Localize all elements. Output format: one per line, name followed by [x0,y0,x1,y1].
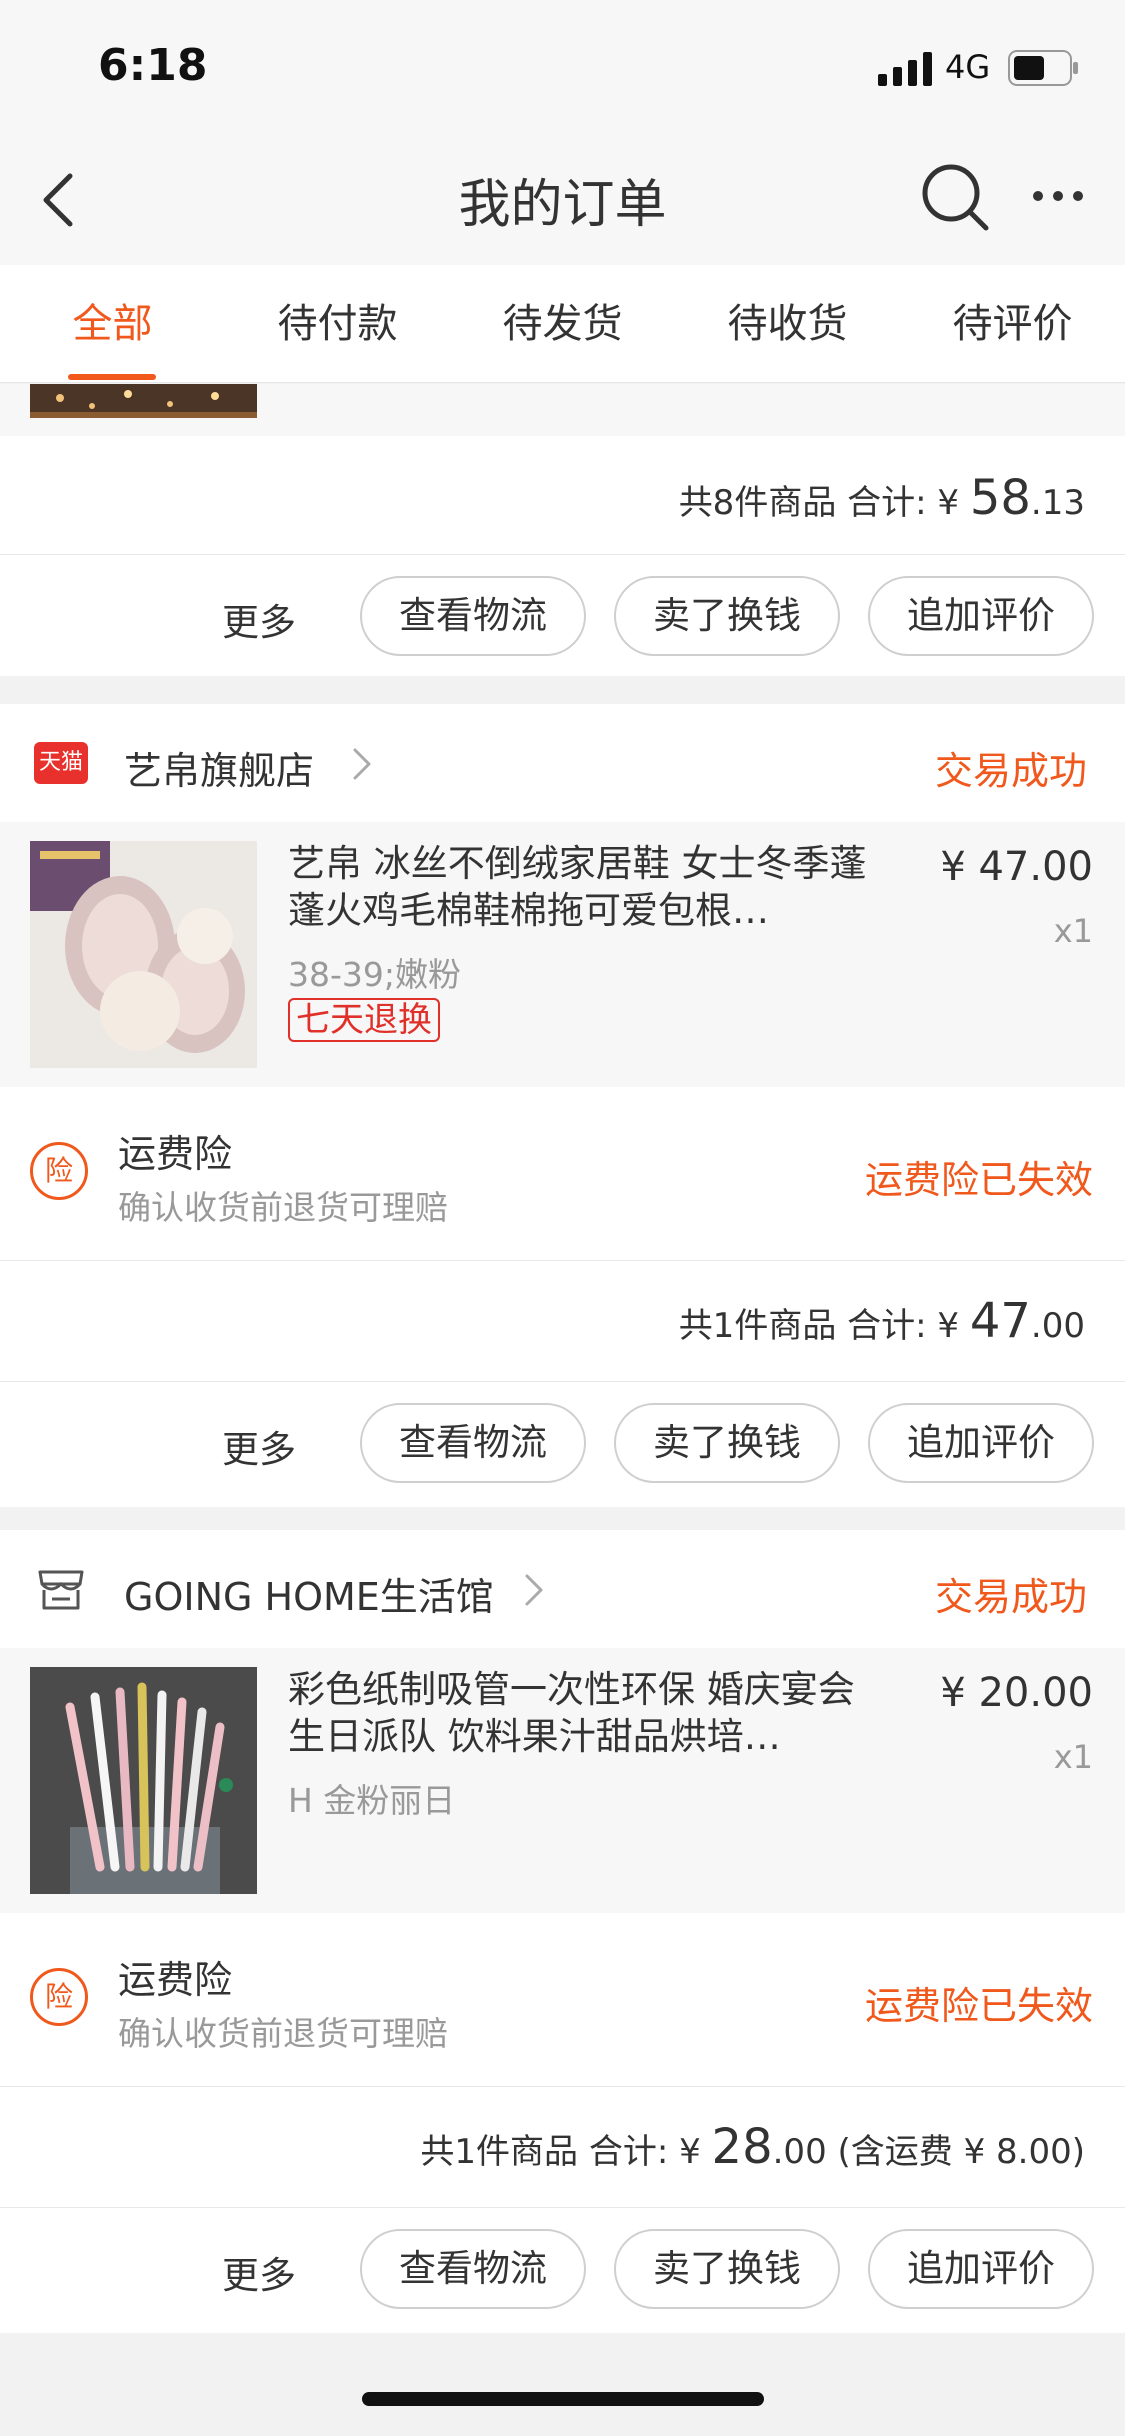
order2-more-button[interactable]: 更多 [222,1419,296,1473]
store-icon [38,1570,84,1610]
order3-total: 共1件商品 合计: ¥ 28.00 (含运费 ¥ 8.00) [420,2119,1085,2175]
order2-product-qty: x1 [1053,912,1093,950]
order3-footer: 险 运费险 确认收货前退货可理赔 运费险已失效 共1件商品 合计: ¥ 28.0… [0,1913,1125,2333]
order3-product-price: ¥ 20.00 [940,1670,1093,1716]
order3-insurance-title: 运费险 [118,1958,233,2002]
order2-product-thumbnail [30,841,257,1068]
order2-product-price: ¥ 47.00 [940,844,1093,890]
tab-pending-shipment[interactable]: 待发货 [450,265,675,383]
order3-logistics-button[interactable]: 查看物流 [360,2229,586,2309]
network-label: 4G [945,48,991,86]
order2-product-spec: 38-39;嫩粉 [288,955,462,994]
more-options-icon[interactable] [1030,188,1086,204]
order3-review-button[interactable]: 追加评价 [868,2229,1094,2309]
insurance-icon: 险 [30,1142,88,1200]
insurance-icon: 险 [30,1968,88,2026]
tab-pending-payment[interactable]: 待付款 [225,265,450,383]
order3-shop-name[interactable]: GOING HOME生活馆 [124,1566,494,1621]
order2-review-button[interactable]: 追加评价 [868,1403,1094,1483]
signal-icon [878,52,932,86]
order3-product-row[interactable]: 彩色纸制吸管一次性环保 婚庆宴会生日派队 饮料果汁甜品烘培… H 金粉丽日 ¥ … [0,1648,1125,1913]
order1-total: 共8件商品 合计: ¥ 58.13 [678,470,1085,526]
navigation-bar: 我的订单 [0,130,1125,265]
chevron-right-icon [525,1574,543,1606]
order3-insurance-status: 运费险已失效 [864,1984,1093,2028]
order2-product-title[interactable]: 艺帛 冰丝不倒绒家居鞋 女士冬季蓬蓬火鸡毛棉鞋棉拖可爱包根… [288,840,878,934]
order2-status: 交易成功 [934,749,1087,793]
order2-shop-header[interactable]: 天猫 艺帛旗舰店 交易成功 [0,704,1125,822]
status-time: 6:18 [98,40,208,91]
home-indicator[interactable] [362,2392,764,2406]
active-tab-indicator [68,374,156,380]
tab-pending-review[interactable]: 待评价 [900,265,1125,383]
order3-product-spec: H 金粉丽日 [288,1781,456,1820]
order1-more-button[interactable]: 更多 [222,592,296,646]
order1-product-thumbnail [30,384,257,418]
order2-footer: 险 运费险 确认收货前退货可理赔 运费险已失效 共1件商品 合计: ¥ 47.0… [0,1087,1125,1507]
chevron-right-icon [353,748,371,780]
order1-review-button[interactable]: 追加评价 [868,576,1094,656]
order3-resell-button[interactable]: 卖了换钱 [614,2229,840,2309]
order2-insurance-status: 运费险已失效 [864,1158,1093,1202]
order2-shop-name[interactable]: 艺帛旗舰店 [124,740,314,795]
order2-insurance-subtitle: 确认收货前退货可理赔 [118,1188,448,1227]
status-bar: 6:18 4G [0,0,1125,130]
order2-resell-button[interactable]: 卖了换钱 [614,1403,840,1483]
order1-footer: 共8件商品 合计: ¥ 58.13 更多 查看物流 卖了换钱 追加评价 [0,436,1125,676]
divider [0,1260,1125,1261]
order3-status: 交易成功 [934,1575,1087,1619]
order2-return-tag: 七天退换 [288,998,440,1042]
order2-logistics-button[interactable]: 查看物流 [360,1403,586,1483]
order-tabs: 全部 待付款 待发货 待收货 待评价 [0,265,1125,383]
order3-product-qty: x1 [1053,1738,1093,1776]
divider [0,2086,1125,2087]
order2-total: 共1件商品 合计: ¥ 47.00 [678,1293,1085,1349]
order2-insurance-title: 运费险 [118,1132,233,1176]
order3-product-thumbnail [30,1667,257,1894]
order3-insurance-subtitle: 确认收货前退货可理赔 [118,2014,448,2053]
divider [0,1381,1125,1382]
divider [0,554,1125,555]
tab-all[interactable]: 全部 [0,265,225,383]
order3-product-title[interactable]: 彩色纸制吸管一次性环保 婚庆宴会生日派队 饮料果汁甜品烘培… [288,1666,878,1760]
order2-product-row[interactable]: 艺帛 冰丝不倒绒家居鞋 女士冬季蓬蓬火鸡毛棉鞋棉拖可爱包根… 38-39;嫩粉 … [0,822,1125,1087]
battery-icon [1008,50,1078,86]
order3-shop-header[interactable]: GOING HOME生活馆 交易成功 [0,1530,1125,1648]
order1-resell-button[interactable]: 卖了换钱 [614,576,840,656]
divider [0,2207,1125,2208]
tab-pending-receipt[interactable]: 待收货 [675,265,900,383]
search-icon[interactable] [920,162,990,232]
order1-logistics-button[interactable]: 查看物流 [360,576,586,656]
tmall-icon: 天猫 [34,742,88,784]
order3-more-button[interactable]: 更多 [222,2245,296,2299]
